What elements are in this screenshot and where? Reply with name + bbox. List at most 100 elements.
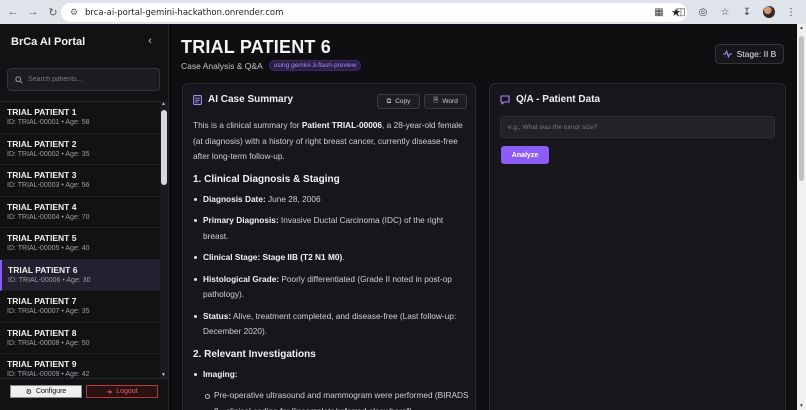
site-info-icon[interactable]: ⚙: [65, 7, 83, 18]
logout-button[interactable]: ➜ Logout: [86, 385, 158, 398]
scroll-down-icon[interactable]: ▼: [799, 403, 804, 409]
item-text: June 28, 2006: [265, 193, 321, 204]
url-text[interactable]: brca-ai-portal-gemini-hackathon.onrender…: [85, 8, 283, 18]
patient-meta: ID: TRIAL-00007 • Age: 35: [7, 308, 90, 315]
page-title: TRIAL PATIENT 6: [181, 37, 332, 57]
patient-item[interactable]: TRIAL PATIENT 3 ID: TRIAL-00003 • Age: 5…: [0, 165, 160, 197]
configure-button[interactable]: ⚙ Configure: [10, 385, 82, 398]
split-view-icon[interactable]: ◫: [672, 3, 690, 21]
patient-item-active[interactable]: TRIAL PATIENT 6 ID: TRIAL-00006 • Age: 3…: [0, 259, 160, 291]
item-bold-text: Stage IIB (T2 N1 M0): [260, 252, 343, 262]
main-content: TRIAL PATIENT 6 Case Analysis & Q&A usin…: [169, 24, 806, 410]
patient-item[interactable]: TRIAL PATIENT 8 ID: TRIAL-00008 • Age: 5…: [0, 323, 160, 354]
sub-list-item: Pre-operative ultrasound and mammogram w…: [204, 388, 469, 410]
subtitle-text: Case Analysis & Q&A: [181, 60, 263, 71]
document-icon: [193, 94, 202, 105]
list-item: Primary Diagnosis: Invasive Ductal Carci…: [193, 213, 469, 244]
stage-label: Stage: II B: [736, 49, 777, 59]
model-badge: using gemini-3-flash-preview: [268, 60, 362, 71]
patient-item[interactable]: TRIAL PATIENT 9 ID: TRIAL-00009 • Age: 4…: [0, 354, 160, 378]
downloads-icon[interactable]: ↧: [738, 3, 756, 21]
scroll-up-icon[interactable]: ▲: [161, 101, 166, 107]
lens-icon[interactable]: ◎: [694, 3, 712, 21]
item-text: Alive, treatment completed, and disease-…: [203, 310, 457, 337]
patient-meta: ID: TRIAL-00009 • Age: 42: [7, 371, 90, 378]
patient-meta: ID: TRIAL-00003 • Age: 56: [7, 182, 90, 189]
investigations-list: Imaging: Pre-operative ultrasound and ma…: [193, 367, 469, 410]
patient-name: TRIAL PATIENT 7: [7, 296, 77, 306]
copy-label: Copy: [395, 98, 411, 105]
patient-name: TRIAL PATIENT 3: [7, 170, 77, 180]
list-item: Diagnosis Date: June 28, 2006: [193, 192, 469, 208]
list-item: Clinical Stage: Stage IIB (T2 N1 M0).: [193, 250, 469, 266]
qa-card: Q/A - Patient Data Analyze: [489, 83, 786, 410]
patient-item[interactable]: TRIAL PATIENT 2 ID: TRIAL-00002 • Age: 3…: [0, 134, 160, 165]
sidebar: BrCa AI Portal ‹ TRIAL PATIENT 1 ID: TRI…: [0, 24, 169, 410]
patient-list: TRIAL PATIENT 1 ID: TRIAL-00001 • Age: 5…: [0, 101, 160, 378]
patient-item[interactable]: TRIAL PATIENT 1 ID: TRIAL-00001 • Age: 5…: [0, 102, 160, 134]
intro-patient-id: Patient TRIAL-00006: [301, 120, 383, 130]
copy-icon: ⧉: [386, 97, 392, 105]
patient-item[interactable]: TRIAL PATIENT 4 ID: TRIAL-00004 • Age: 7…: [0, 197, 160, 228]
patient-meta: ID: TRIAL-00001 • Age: 58: [7, 119, 90, 126]
summary-header: AI Case Summary: [193, 94, 293, 105]
sidebar-footer: ⚙ Configure ➜ Logout: [0, 378, 169, 410]
forward-icon[interactable]: →: [23, 2, 43, 22]
patient-name: TRIAL PATIENT 1: [7, 107, 77, 117]
configure-label: Configure: [35, 388, 67, 395]
browser-toolbar: ← → ↻ ⚙ brca-ai-portal-gemini-hackathon.…: [0, 0, 806, 24]
question-input[interactable]: [500, 116, 775, 138]
bookmarks-icon[interactable]: ☆: [716, 3, 734, 21]
summary-content: This is a clinical summary for Patient T…: [193, 118, 469, 410]
patient-search: [7, 68, 160, 91]
analyze-button[interactable]: Analyze: [501, 146, 549, 164]
word-export-button[interactable]: 🗎 Word: [424, 94, 467, 109]
list-item: Status: Alive, treatment completed, and …: [193, 309, 469, 340]
summary-heading: AI Case Summary: [208, 94, 294, 105]
extensions-icon[interactable]: ▦: [650, 3, 668, 21]
patient-item[interactable]: TRIAL PATIENT 7 ID: TRIAL-00007 • Age: 3…: [0, 291, 160, 323]
logout-icon: ➜: [106, 388, 113, 396]
menu-icon[interactable]: ⋮: [782, 3, 800, 21]
address-bar[interactable]: ⚙ brca-ai-portal-gemini-hackathon.onrend…: [61, 3, 687, 22]
reload-icon[interactable]: ↻: [43, 2, 63, 22]
search-input[interactable]: [28, 76, 148, 83]
item-label: Histological Grade:: [203, 273, 280, 284]
patient-list-scrollbar[interactable]: ▲ ▼: [160, 101, 168, 378]
item-label: Status:: [203, 310, 232, 321]
search-icon: [15, 75, 23, 84]
app-title: BrCa AI Portal: [11, 36, 86, 48]
gear-icon: ⚙: [25, 388, 32, 396]
case-summary-card: AI Case Summary ⧉ Copy 🗎 Word This is a …: [182, 83, 476, 410]
diagnosis-list: Diagnosis Date: June 28, 2006 Primary Di…: [193, 192, 469, 340]
profile-avatar[interactable]: [760, 3, 778, 21]
scrollbar-thumb[interactable]: [799, 36, 804, 181]
item-label: Imaging:: [203, 368, 238, 379]
collapse-sidebar-icon[interactable]: ‹: [144, 35, 156, 47]
section-heading: 1. Clinical Diagnosis & Staging: [193, 173, 340, 185]
stage-badge: Stage: II B: [715, 44, 784, 64]
item-label: Diagnosis Date:: [203, 193, 266, 204]
app-root: BrCa AI Portal ‹ TRIAL PATIENT 1 ID: TRI…: [0, 24, 806, 410]
patient-meta: ID: TRIAL-00004 • Age: 70: [7, 213, 90, 221]
word-label: Word: [442, 98, 458, 105]
patient-meta: ID: TRIAL-00008 • Age: 50: [7, 339, 90, 347]
section-heading: 2. Relevant Investigations: [193, 348, 316, 360]
avatar: [763, 6, 775, 18]
intro-text: This is a clinical summary for: [193, 120, 302, 130]
list-item: Histological Grade: Poorly differentiate…: [193, 272, 469, 303]
item-text: .: [342, 252, 345, 262]
copy-button[interactable]: ⧉ Copy: [377, 94, 420, 109]
item-label: Primary Diagnosis:: [203, 215, 279, 225]
scrollbar-thumb[interactable]: [161, 110, 167, 185]
qa-header: Q/A - Patient Data: [500, 94, 600, 105]
scroll-up-icon[interactable]: ▲: [799, 25, 804, 31]
patient-meta: ID: TRIAL-00002 • Age: 35: [7, 150, 90, 158]
patient-item[interactable]: TRIAL PATIENT 5 ID: TRIAL-00005 • Age: 4…: [0, 228, 160, 260]
list-item: Imaging:: [193, 367, 469, 383]
back-icon[interactable]: ←: [3, 2, 23, 22]
page-scrollbar[interactable]: ▲ ▼: [797, 24, 806, 410]
logout-label: Logout: [116, 388, 138, 395]
patient-meta: ID: TRIAL-00005 • Age: 40: [7, 245, 90, 252]
patient-name: TRIAL PATIENT 4: [7, 201, 77, 212]
